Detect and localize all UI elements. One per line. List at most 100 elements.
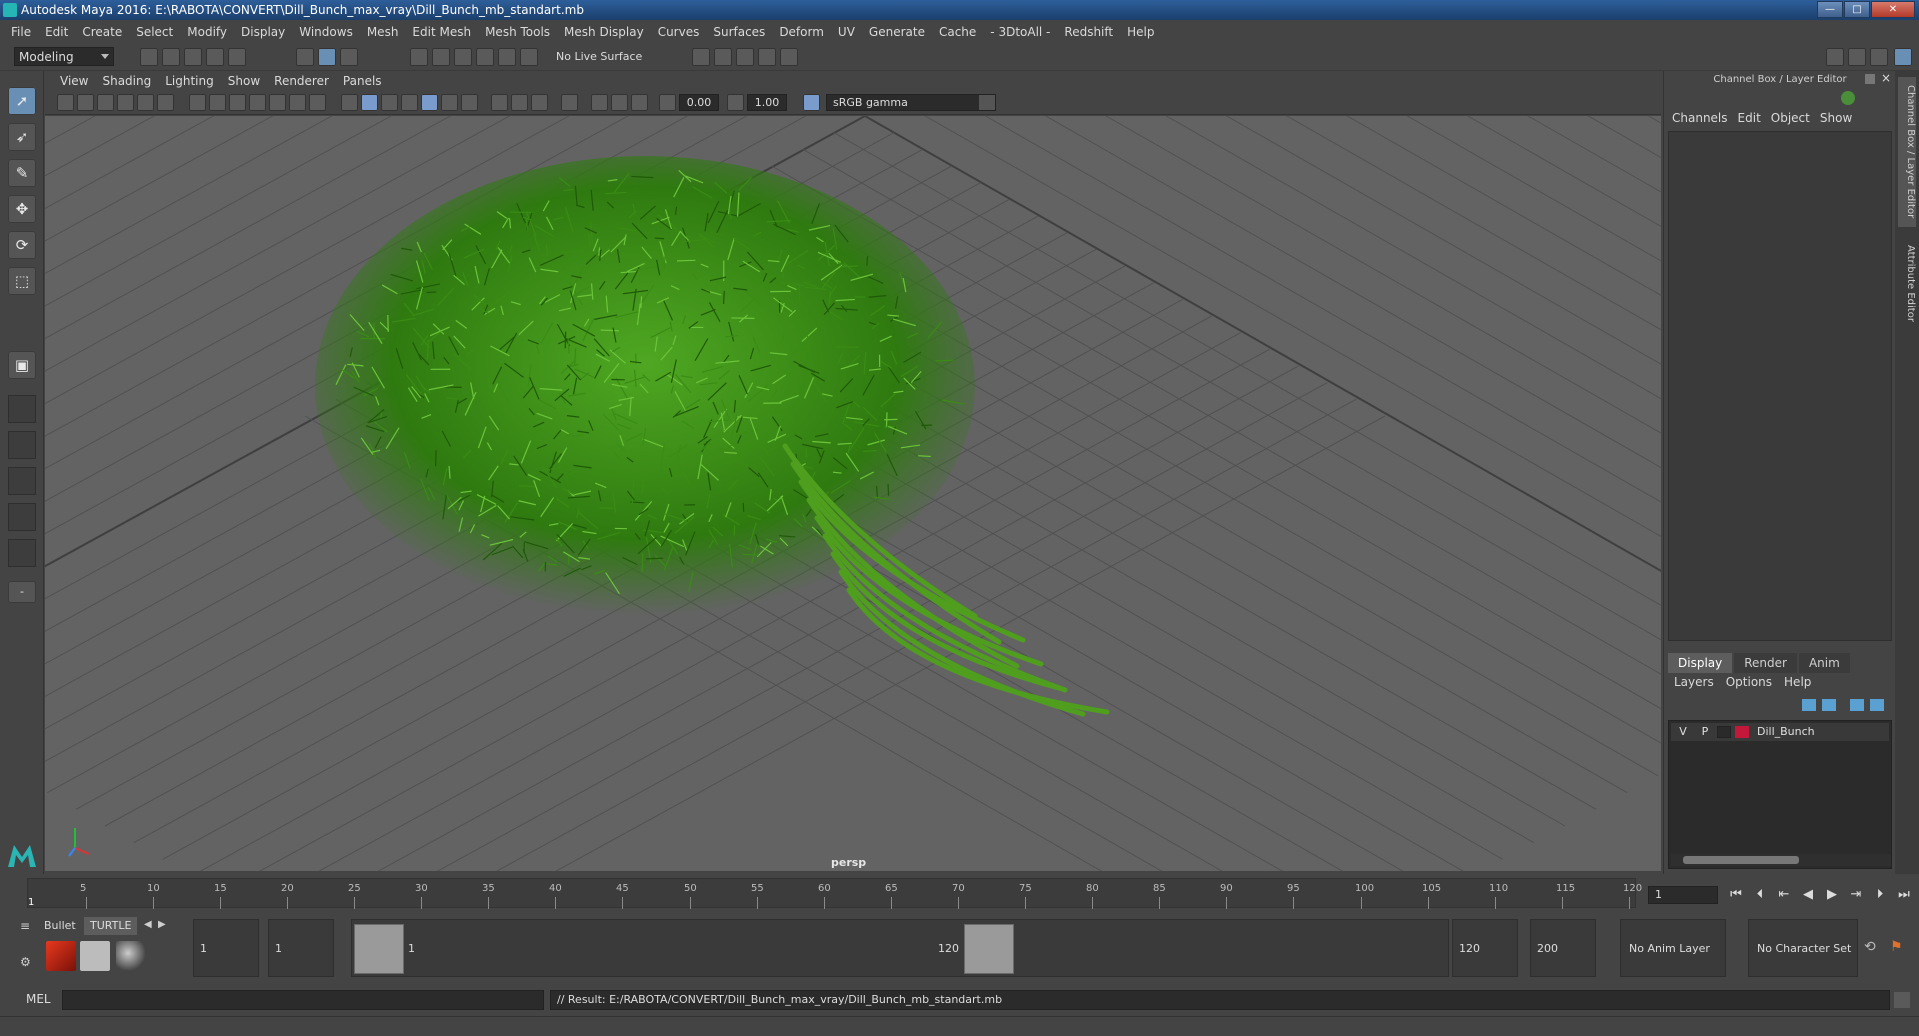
menu-set-selector[interactable]: Modeling [14, 47, 114, 66]
menu-mesh-display[interactable]: Mesh Display [557, 25, 651, 39]
channel-box-menu-object[interactable]: Object [1771, 111, 1820, 131]
single-perspective-layout-icon[interactable]: ▣ [8, 351, 36, 379]
tab-anim[interactable]: Anim [1798, 653, 1850, 673]
range-slider-track[interactable]: 1 120 [351, 919, 1449, 977]
make-live-icon[interactable] [498, 48, 516, 66]
playback-end-field[interactable]: 120 [1452, 919, 1518, 977]
range-start-handle[interactable] [354, 924, 404, 974]
snap-to-view-plane-icon[interactable] [476, 48, 494, 66]
exposure-field[interactable]: 0.00 [679, 94, 719, 111]
channel-box-menu-edit[interactable]: Edit [1738, 111, 1771, 131]
side-tab-channel-box[interactable]: Channel Box / Layer Editor [1898, 77, 1916, 227]
maximize-button[interactable]: □ [1844, 1, 1870, 18]
move-layer-down-icon[interactable] [1822, 699, 1836, 711]
anim-layer-dropdown[interactable]: No Anim Layer [1620, 919, 1726, 977]
viewport-menu-show[interactable]: Show [221, 74, 267, 88]
shelf-tab-turtle[interactable]: TURTLE [84, 917, 138, 935]
safe-title-icon[interactable] [309, 94, 326, 111]
start-time-field[interactable]: 1 [193, 919, 259, 977]
isolate-select-icon[interactable] [561, 94, 578, 111]
persp-node-layout-icon[interactable] [8, 539, 36, 567]
tab-render[interactable]: Render [1734, 653, 1797, 673]
lasso-tool-icon[interactable]: ➶ [8, 123, 36, 151]
menu-3dtoall[interactable]: - 3DtoAll - [983, 25, 1057, 39]
live-surface-label[interactable]: No Live Surface [552, 48, 648, 66]
viewport-menu-shading[interactable]: Shading [95, 74, 158, 88]
ipr-render-icon[interactable] [736, 48, 754, 66]
smooth-shade-icon[interactable] [361, 94, 378, 111]
layer-color-swatch[interactable] [1735, 726, 1749, 738]
persp-hypershade-layout-icon[interactable] [8, 503, 36, 531]
step-back-frame-icon[interactable]: ⏴ [1750, 886, 1770, 904]
menu-surfaces[interactable]: Surfaces [706, 25, 772, 39]
xray-active-components-icon[interactable] [611, 94, 628, 111]
layer-playback-toggle[interactable]: P [1697, 723, 1713, 741]
menu-help[interactable]: Help [1120, 25, 1161, 39]
step-forward-key-icon[interactable]: ⇥ [1846, 886, 1866, 904]
render-view-icon[interactable] [758, 48, 776, 66]
select-tool-icon[interactable]: ➚ [8, 87, 36, 115]
grease-pencil-icon[interactable] [157, 94, 174, 111]
snap-to-curve-icon[interactable] [432, 48, 450, 66]
layer-menu-options[interactable]: Options [1726, 675, 1784, 695]
character-set-dropdown[interactable]: No Character Set [1748, 919, 1858, 977]
menu-cache[interactable]: Cache [932, 25, 983, 39]
menu-generate[interactable]: Generate [862, 25, 932, 39]
channel-box-menu-show[interactable]: Show [1820, 111, 1862, 131]
dill-bunch-mesh[interactable] [315, 156, 1110, 717]
menu-mesh[interactable]: Mesh [360, 25, 406, 39]
snap-together-icon[interactable] [520, 48, 538, 66]
layer-row[interactable]: V P Dill_Bunch [1671, 723, 1889, 741]
grid-icon[interactable] [189, 94, 206, 111]
minimize-button[interactable]: — [1817, 1, 1843, 18]
xray-icon[interactable] [591, 94, 608, 111]
select-camera-icon[interactable] [57, 94, 74, 111]
use-all-lights-icon[interactable] [441, 94, 458, 111]
new-scene-icon[interactable] [140, 48, 158, 66]
shelf-menu-icon[interactable]: ≡ [20, 919, 30, 933]
shelf-tab-bullet[interactable]: Bullet [38, 917, 82, 935]
viewport-menu-view[interactable]: View [53, 74, 95, 88]
channel-box-key-icon[interactable] [1841, 91, 1855, 105]
viewport-menu-renderer[interactable]: Renderer [267, 74, 336, 88]
screen-space-ao-icon[interactable] [491, 94, 508, 111]
redo-icon[interactable] [228, 48, 246, 66]
save-scene-icon[interactable] [184, 48, 202, 66]
channel-box-menu-channels[interactable]: Channels [1672, 111, 1738, 131]
persp-graph-layout-icon[interactable] [8, 467, 36, 495]
wireframe-on-shaded-icon[interactable] [401, 94, 418, 111]
safe-action-icon[interactable] [289, 94, 306, 111]
menu-windows[interactable]: Windows [292, 25, 360, 39]
float-panel-icon[interactable] [1865, 74, 1875, 84]
image-plane-icon[interactable] [117, 94, 134, 111]
close-button[interactable]: ✕ [1871, 1, 1915, 18]
menu-select[interactable]: Select [129, 25, 180, 39]
select-by-object-icon[interactable] [318, 48, 336, 66]
layer-menu-help[interactable]: Help [1784, 675, 1823, 695]
menu-curves[interactable]: Curves [651, 25, 707, 39]
viewport-menu-panels[interactable]: Panels [336, 74, 389, 88]
go-to-start-icon[interactable]: ⏮ [1726, 886, 1746, 904]
motion-blur-icon[interactable] [511, 94, 528, 111]
animation-preferences-icon[interactable]: ⚑ [1890, 939, 1903, 955]
view-transform-dropdown[interactable]: sRGB gamma [826, 94, 996, 111]
more-layouts-icon[interactable]: - [8, 581, 36, 603]
shelf-settings-icon[interactable]: ⚙ [20, 955, 31, 969]
scale-tool-icon[interactable]: ⬚ [8, 267, 36, 295]
film-gate-icon[interactable] [209, 94, 226, 111]
step-back-key-icon[interactable]: ⇤ [1774, 886, 1794, 904]
hypershade-icon[interactable] [780, 48, 798, 66]
layer-list-scrollbar[interactable] [1671, 854, 1891, 866]
tab-display[interactable]: Display [1668, 653, 1733, 673]
layer-menu-layers[interactable]: Layers [1674, 675, 1726, 695]
gamma-icon[interactable] [727, 94, 744, 111]
current-frame-field[interactable]: 1 [1648, 886, 1718, 904]
gamma-field[interactable]: 1.00 [747, 94, 787, 111]
layer-name[interactable]: Dill_Bunch [1757, 723, 1815, 741]
attribute-editor-toggle-icon[interactable] [1848, 48, 1866, 66]
paint-select-tool-icon[interactable]: ✎ [8, 159, 36, 187]
time-slider-track[interactable]: 1 5 10 15 20 25 30 35 40 45 50 55 60 65 70 75 80 85 90 95 1… [27, 878, 1642, 909]
turtle-sky-light-icon[interactable] [116, 941, 146, 971]
script-editor-icon[interactable] [1894, 992, 1910, 1008]
shelf-scroll-right-icon[interactable]: ▶ [158, 919, 166, 930]
